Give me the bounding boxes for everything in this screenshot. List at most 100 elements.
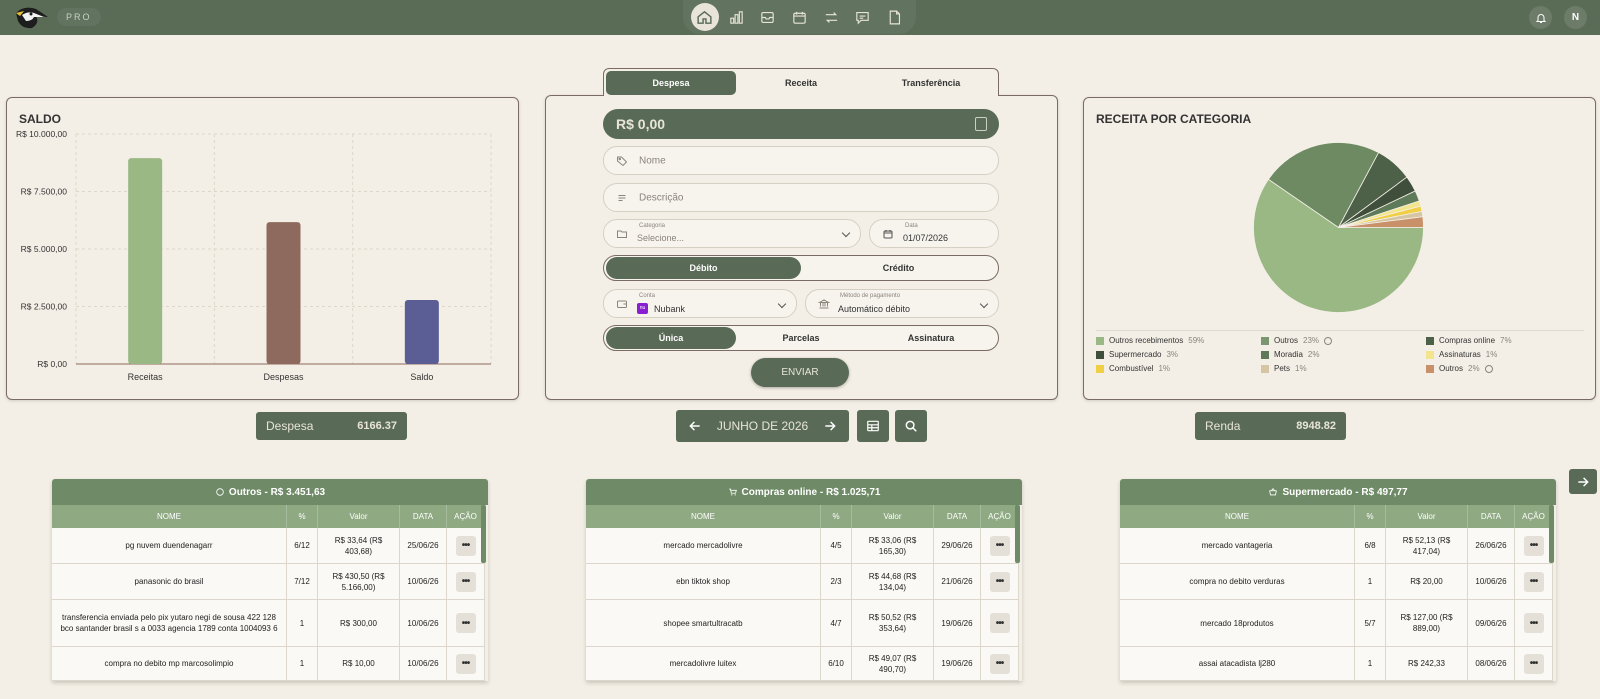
credito-option[interactable]: Crédito [801, 257, 996, 279]
categoria-select[interactable]: Categoria Selecione... [603, 219, 861, 248]
unica-option[interactable]: Única [606, 327, 736, 349]
table-cell: mercado vantageria [1120, 528, 1355, 564]
legend-item[interactable]: Outros 2% [1426, 364, 1586, 373]
conta-select[interactable]: Conta nu Nubank [603, 289, 797, 318]
table-scrollbar[interactable] [1015, 505, 1020, 563]
table-cell: assai atacadista lj280 [1120, 647, 1355, 681]
calculator-button[interactable] [857, 410, 889, 442]
table-cell: 1 [287, 647, 318, 681]
table-cell: R$ 33,64 (R$ 403,68) [318, 528, 400, 564]
column-header[interactable]: AÇÃO [981, 505, 1019, 528]
next-page-button[interactable] [1569, 469, 1597, 494]
more-actions-button[interactable]: ••• [455, 653, 476, 674]
enviar-button[interactable]: ENVIAR [751, 358, 849, 387]
bar-saldo[interactable] [404, 300, 439, 364]
inbox-nav-button[interactable] [754, 3, 782, 31]
more-actions-button[interactable]: ••• [1523, 653, 1544, 674]
table-grid: NOME% Valor DATA AÇÃO pg nuvem duendenagarr 6… [52, 505, 488, 681]
table-cell: R$ 33,06 (R$ 165,30) [852, 528, 934, 564]
user-avatar[interactable]: N [1564, 6, 1587, 29]
transfer-icon [825, 11, 837, 23]
renda-summary: Renda 8948.82 [1195, 412, 1346, 440]
more-actions-button[interactable]: ••• [1523, 571, 1544, 592]
column-header[interactable]: % [287, 505, 318, 528]
action-cell: ••• [447, 647, 485, 681]
column-header[interactable]: NOME [52, 505, 287, 528]
category-table: Outros - R$ 3.451,63 NOME% Valor DATA AÇÃO pg… [52, 479, 488, 681]
column-header[interactable]: AÇÃO [447, 505, 485, 528]
more-actions-button[interactable]: ••• [455, 613, 476, 633]
y-tick-label: R$ 10.000,00 [16, 129, 67, 139]
info-icon[interactable] [1324, 336, 1333, 345]
csv-nav-button[interactable] [880, 3, 908, 31]
more-actions-button[interactable]: ••• [989, 571, 1010, 592]
amount-input[interactable]: R$ 0,00 [603, 109, 999, 139]
legend-item[interactable]: Assinaturas 1% [1426, 350, 1586, 359]
debito-option[interactable]: Débito [606, 257, 801, 279]
column-header[interactable]: % [1355, 505, 1386, 528]
action-cell: ••• [1515, 600, 1553, 647]
arrow-right-icon[interactable] [823, 419, 837, 433]
chat-nav-button[interactable] [849, 3, 877, 31]
column-header[interactable]: NOME [1120, 505, 1355, 528]
more-actions-button[interactable]: ••• [989, 613, 1010, 633]
calculator-icon[interactable] [975, 117, 987, 131]
tab-despesa[interactable]: Despesa [606, 70, 736, 95]
legend-item[interactable]: Pets 1% [1261, 364, 1426, 373]
home-nav-button[interactable] [691, 3, 719, 31]
column-header[interactable]: DATA [934, 505, 981, 528]
transfer-nav-button[interactable] [817, 3, 845, 31]
table-scrollbar[interactable] [1549, 505, 1554, 563]
column-header[interactable]: Valor [852, 505, 934, 528]
info-icon[interactable] [1484, 364, 1493, 373]
column-header[interactable]: DATA [400, 505, 447, 528]
legend-item[interactable]: Compras online 7% [1426, 336, 1586, 345]
parcelas-option[interactable]: Parcelas [736, 327, 866, 349]
legend-item[interactable]: Outros recebimentos 59% [1096, 336, 1261, 345]
table-cell: R$ 242,33 [1386, 647, 1468, 681]
column-header[interactable]: NOME [586, 505, 821, 528]
data-label: Data [905, 223, 918, 229]
column-header[interactable]: Valor [318, 505, 400, 528]
data-field[interactable]: Data 01/07/2026 [869, 219, 999, 248]
search-button[interactable] [895, 410, 927, 442]
more-actions-button[interactable]: ••• [989, 653, 1010, 674]
column-header[interactable]: DATA [1468, 505, 1515, 528]
bird-logo-icon[interactable] [14, 3, 50, 31]
table-title: Compras online - R$ 1.025,71 [741, 486, 881, 498]
legend-item[interactable]: Outros 23% [1261, 336, 1426, 345]
y-tick-label: R$ 5.000,00 [21, 244, 68, 254]
more-actions-button[interactable]: ••• [1523, 613, 1544, 633]
more-actions-button[interactable]: ••• [1523, 535, 1544, 556]
bar-receitas[interactable] [128, 158, 163, 364]
table-cell: 26/06/26 [1468, 528, 1515, 564]
legend-item[interactable]: Combustível 1% [1096, 364, 1261, 373]
arrow-left-icon[interactable] [688, 419, 702, 433]
bell-icon [1535, 13, 1546, 23]
column-header[interactable]: % [821, 505, 852, 528]
action-cell: ••• [447, 528, 485, 564]
tab-receita[interactable]: Receita [736, 71, 866, 95]
legend-percent: 2% [1307, 350, 1320, 359]
category-table: Compras online - R$ 1.025,71 NOME% Valor DA… [586, 479, 1022, 681]
y-tick-label: R$ 2.500,00 [21, 302, 68, 312]
more-actions-button[interactable]: ••• [455, 535, 476, 556]
descricao-field[interactable]: Descrição [603, 183, 999, 212]
legend-item[interactable]: Moradia 2% [1261, 350, 1426, 359]
more-actions-button[interactable]: ••• [989, 535, 1010, 556]
nome-field[interactable]: Nome [603, 146, 999, 175]
more-actions-button[interactable]: ••• [455, 571, 476, 592]
table-cell: 25/06/26 [400, 528, 447, 564]
notifications-button[interactable] [1529, 6, 1552, 29]
legend-item[interactable]: Supermercado 3% [1096, 350, 1261, 359]
charts-nav-button[interactable] [723, 3, 751, 31]
tab-transferencia[interactable]: Transferência [866, 71, 996, 95]
calendar-nav-button[interactable] [786, 3, 814, 31]
metodo-select[interactable]: Método de pagamento Automático débito [805, 289, 999, 318]
table-title: Supermercado - R$ 497,77 [1282, 486, 1408, 498]
table-scrollbar[interactable] [481, 505, 486, 563]
column-header[interactable]: Valor [1386, 505, 1468, 528]
column-header[interactable]: AÇÃO [1515, 505, 1553, 528]
bar-despesas[interactable] [266, 222, 301, 364]
assinatura-option[interactable]: Assinatura [866, 327, 996, 349]
